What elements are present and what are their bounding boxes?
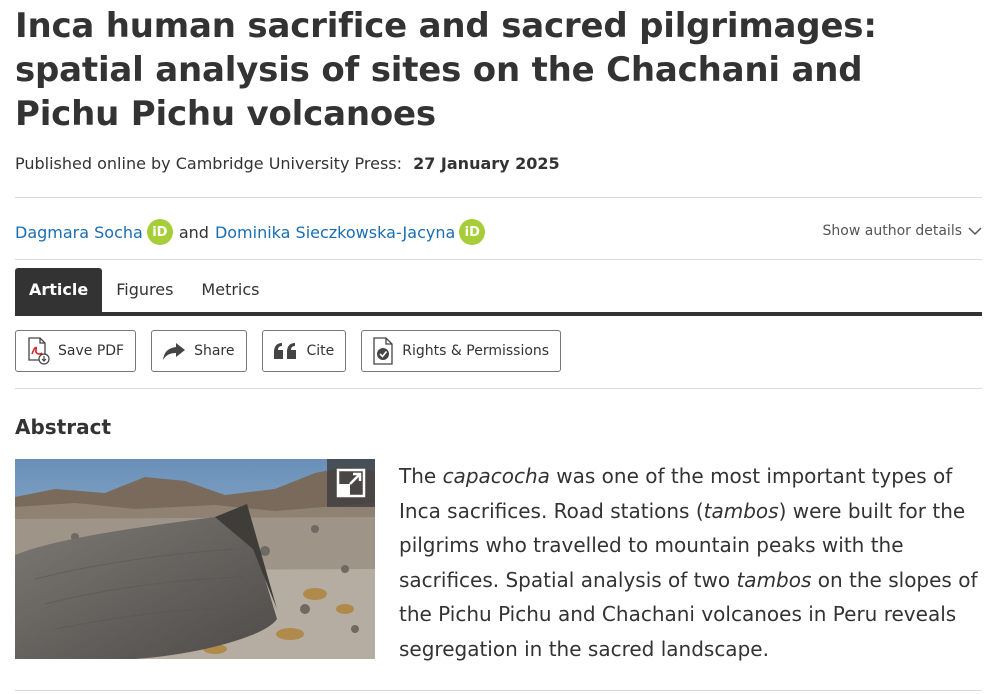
show-author-details-button[interactable]: Show author details <box>823 223 982 239</box>
tab-article[interactable]: Article <box>15 268 103 312</box>
share-label: Share <box>194 343 235 359</box>
share-button[interactable]: Share <box>151 330 247 372</box>
show-author-details-label: Show author details <box>822 223 962 239</box>
author-link-2[interactable]: Dominika Sieczkowska-Jacyna <box>215 223 455 242</box>
quote-icon <box>273 343 296 359</box>
landscape-photo <box>15 459 375 659</box>
divider <box>15 388 982 389</box>
abstract-segment: The <box>399 464 443 488</box>
tab-metrics[interactable]: Metrics <box>187 268 273 312</box>
expand-icon <box>336 468 366 498</box>
divider <box>15 197 982 198</box>
divider <box>15 259 982 260</box>
rights-permissions-label: Rights & Permissions <box>402 343 550 359</box>
author-list: Dagmara Socha iD and Dominika Sieczkowsk… <box>15 219 489 245</box>
abstract-image[interactable] <box>15 459 375 659</box>
abstract-segment-italic: capacocha <box>442 464 550 488</box>
abstract-text: The capacocha was one of the most import… <box>399 459 979 666</box>
pdf-icon <box>28 337 50 365</box>
orcid-icon[interactable]: iD <box>146 219 173 245</box>
rights-permissions-button[interactable]: Rights & Permissions <box>361 330 562 372</box>
abstract-segment-italic: tambos <box>703 498 779 523</box>
tab-figures[interactable]: Figures <box>102 268 187 312</box>
orcid-icon[interactable]: iD <box>459 219 486 245</box>
save-pdf-label: Save PDF <box>58 343 125 359</box>
share-icon <box>163 343 186 360</box>
published-date: 27 January 2025 <box>413 154 560 173</box>
author-link-1[interactable]: Dagmara Socha <box>15 223 143 242</box>
article-tabs: Article Figures Metrics <box>15 268 982 316</box>
cite-label: Cite <box>306 343 335 359</box>
save-pdf-button[interactable]: Save PDF <box>15 330 137 372</box>
published-info: Published online by Cambridge University… <box>15 154 560 173</box>
author-conjunction: and <box>178 222 209 242</box>
rights-icon <box>373 337 393 365</box>
expand-image-button[interactable] <box>327 459 375 507</box>
published-label: Published online by Cambridge University… <box>15 154 402 173</box>
article-title: Inca human sacrifice and sacred pilgrima… <box>15 6 877 134</box>
cite-button[interactable]: Cite <box>261 330 347 372</box>
abstract-heading: Abstract <box>15 415 112 439</box>
divider <box>15 690 982 691</box>
chevron-down-icon <box>968 226 982 235</box>
abstract-segment-italic: tambos <box>736 567 812 592</box>
article-actions: Save PDF Share Cite Rights & Permissions <box>15 330 562 372</box>
